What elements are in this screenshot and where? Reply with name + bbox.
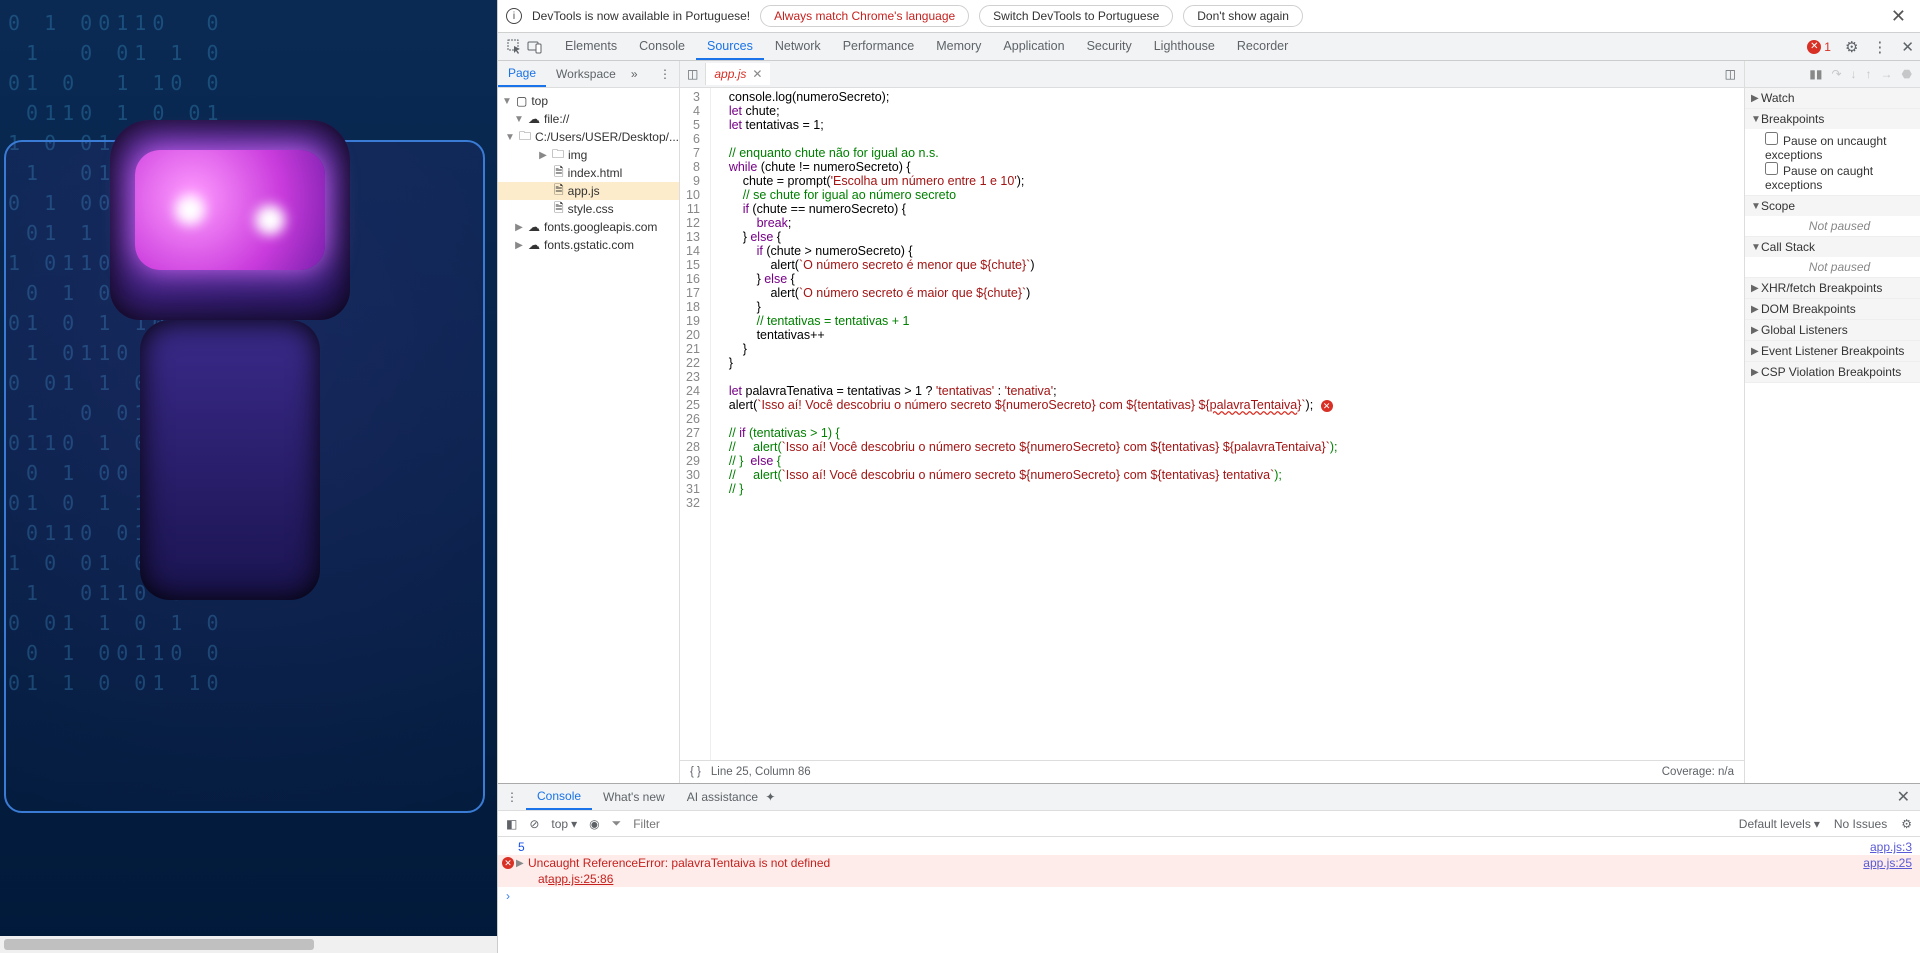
console-log-row[interactable]: 5 app.js:3 — [498, 839, 1920, 855]
live-expression-icon[interactable]: ◉ — [589, 817, 599, 831]
tree-file-origin[interactable]: ▼☁file:// — [498, 110, 679, 128]
match-language-button[interactable]: Always match Chrome's language — [760, 5, 969, 27]
context-selector[interactable]: top ▾ — [551, 817, 577, 831]
stack-link[interactable]: app.js:25:86 — [548, 872, 613, 886]
tree-app-js[interactable]: 🗎app.js — [498, 182, 679, 200]
pause-caught-checkbox[interactable] — [1765, 162, 1778, 175]
watch-section[interactable]: ▶Watch — [1745, 88, 1920, 108]
ai-sparkle-icon: ✦ — [765, 790, 775, 804]
nav-tab-workspace[interactable]: Workspace — [546, 62, 626, 86]
devtools-panel: i DevTools is now available in Portugues… — [497, 0, 1920, 953]
switch-language-button[interactable]: Switch DevTools to Portuguese — [979, 5, 1173, 27]
drawer-tab-console[interactable]: Console — [526, 784, 592, 810]
tree-top[interactable]: ▼▢top — [498, 92, 679, 110]
xhr-bp-section[interactable]: ▶XHR/fetch Breakpoints — [1745, 278, 1920, 298]
inspect-element-icon[interactable] — [506, 37, 524, 57]
scope-section[interactable]: ▼Scope — [1745, 196, 1920, 216]
step-icon[interactable]: → — [1881, 67, 1893, 81]
main-tab-security[interactable]: Security — [1076, 34, 1143, 60]
csp-bp-section[interactable]: ▶CSP Violation Breakpoints — [1745, 362, 1920, 382]
callstack-section[interactable]: ▼Call Stack — [1745, 237, 1920, 257]
step-out-icon[interactable]: ↑ — [1866, 67, 1872, 81]
device-toggle-icon[interactable] — [526, 37, 544, 57]
global-listeners-section[interactable]: ▶Global Listeners — [1745, 320, 1920, 340]
editor-pane: ◫ app.js✕ ◫ 3456789101112131415161718192… — [680, 61, 1744, 783]
devtools-close-icon[interactable]: ✕ — [1895, 34, 1920, 60]
main-tab-memory[interactable]: Memory — [925, 34, 992, 60]
tree-index-html[interactable]: 🗎index.html — [498, 164, 679, 182]
step-over-icon[interactable]: ↷ — [1831, 67, 1841, 81]
console-drawer: ⋮ Console What's new AI assistance ✦ ✕ ◧… — [498, 783, 1920, 953]
main-tab-console[interactable]: Console — [628, 34, 696, 60]
clear-console-icon[interactable]: ⊘ — [529, 817, 539, 831]
page-h-scrollbar[interactable] — [0, 936, 497, 953]
pause-uncaught-checkbox[interactable] — [1765, 132, 1778, 145]
log-levels-selector[interactable]: Default levels ▾ — [1739, 817, 1820, 831]
main-tab-network[interactable]: Network — [764, 34, 832, 60]
editor-status-bar: { } Line 25, Column 86 Coverage: n/a — [680, 760, 1744, 783]
drawer-tab-ai[interactable]: AI assistance ✦ — [676, 785, 787, 809]
console-error-row[interactable]: ✕ ▶ Uncaught ReferenceError: palavraTent… — [498, 855, 1920, 871]
main-tab-application[interactable]: Application — [992, 34, 1075, 60]
toggle-navigator-icon[interactable]: ◫ — [680, 63, 706, 85]
more-menu-icon[interactable]: ⋮ — [1866, 34, 1893, 60]
breakpoints-section[interactable]: ▼Breakpoints — [1745, 109, 1920, 129]
main-tab-recorder[interactable]: Recorder — [1226, 34, 1299, 60]
cursor-position: Line 25, Column 86 — [711, 766, 811, 778]
drawer-close-icon[interactable]: ✕ — [1887, 782, 1920, 812]
dont-show-button[interactable]: Don't show again — [1183, 5, 1303, 27]
debugger-sidebar: ▮▮ ↷ ↓ ↑ → ⬣ ▶Watch ▼Breakpoints Pause o… — [1744, 61, 1920, 783]
nav-tab-page[interactable]: Page — [498, 61, 546, 87]
tree-desktop-folder[interactable]: ▼🗀C:/Users/USER/Desktop/... — [498, 128, 679, 146]
dom-bp-section[interactable]: ▶DOM Breakpoints — [1745, 299, 1920, 319]
inspected-page: 0 1 00110 0 1 0 01 1 0 01 0 1 10 0 0110 … — [0, 0, 497, 953]
language-infobar: i DevTools is now available in Portugues… — [498, 0, 1920, 33]
code-editor[interactable]: 3456789101112131415161718192021222324252… — [680, 88, 1744, 760]
console-source-link[interactable]: app.js:3 — [1870, 840, 1912, 854]
console-sidebar-toggle-icon[interactable]: ◧ — [506, 817, 517, 831]
tree-img-folder[interactable]: ▶🗀img — [498, 146, 679, 164]
console-prompt[interactable]: › — [498, 887, 1920, 905]
console-filter-input[interactable] — [633, 817, 833, 831]
error-count[interactable]: ✕1 — [1807, 40, 1831, 54]
main-tab-elements[interactable]: Elements — [554, 34, 628, 60]
expand-error-icon[interactable]: ▶ — [516, 858, 524, 869]
info-icon: i — [506, 8, 522, 24]
settings-gear-icon[interactable]: ⚙ — [1839, 34, 1864, 60]
drawer-tab-whatsnew[interactable]: What's new — [592, 785, 676, 809]
sources-navigator: Page Workspace » ⋮ ▼▢top ▼☁file:// ▼🗀C:/… — [498, 61, 680, 783]
infobar-message: DevTools is now available in Portuguese! — [532, 9, 750, 23]
main-tab-lighthouse[interactable]: Lighthouse — [1143, 34, 1226, 60]
file-tab-app-js[interactable]: app.js✕ — [706, 63, 770, 85]
issues-label[interactable]: No Issues — [1834, 817, 1887, 831]
devtools-toolbar: ElementsConsoleSourcesNetworkPerformance… — [498, 33, 1920, 61]
console-source-link[interactable]: app.js:25 — [1863, 856, 1912, 870]
pretty-print-icon[interactable]: { } — [690, 766, 701, 778]
coverage-label: Coverage: n/a — [1662, 766, 1734, 778]
pause-icon[interactable]: ▮▮ — [1809, 67, 1822, 81]
console-error-stack-row: at app.js:25:86 — [498, 871, 1920, 887]
tree-googleapis[interactable]: ▶☁fonts.googleapis.com — [498, 218, 679, 236]
error-badge-icon: ✕ — [502, 857, 514, 869]
main-tab-performance[interactable]: Performance — [832, 34, 926, 60]
main-tab-sources[interactable]: Sources — [696, 34, 764, 60]
filter-icon: ⏷ — [612, 816, 622, 831]
tree-style-css[interactable]: 🗎style.css — [498, 200, 679, 218]
robot-illustration — [50, 120, 410, 620]
nav-kebab-icon[interactable]: ⋮ — [651, 62, 679, 86]
deactivate-bp-icon[interactable]: ⬣ — [1902, 67, 1912, 81]
event-bp-section[interactable]: ▶Event Listener Breakpoints — [1745, 341, 1920, 361]
file-tab-close-icon[interactable]: ✕ — [752, 67, 762, 81]
tree-gstatic[interactable]: ▶☁fonts.gstatic.com — [498, 236, 679, 254]
drawer-kebab-icon[interactable]: ⋮ — [498, 785, 526, 809]
step-into-icon[interactable]: ↓ — [1851, 67, 1857, 81]
infobar-close-icon[interactable]: ✕ — [1885, 6, 1912, 27]
nav-more-icon[interactable]: » — [626, 62, 643, 86]
console-settings-gear-icon[interactable]: ⚙ — [1901, 817, 1912, 831]
toggle-debugger-icon[interactable]: ◫ — [1725, 67, 1736, 81]
